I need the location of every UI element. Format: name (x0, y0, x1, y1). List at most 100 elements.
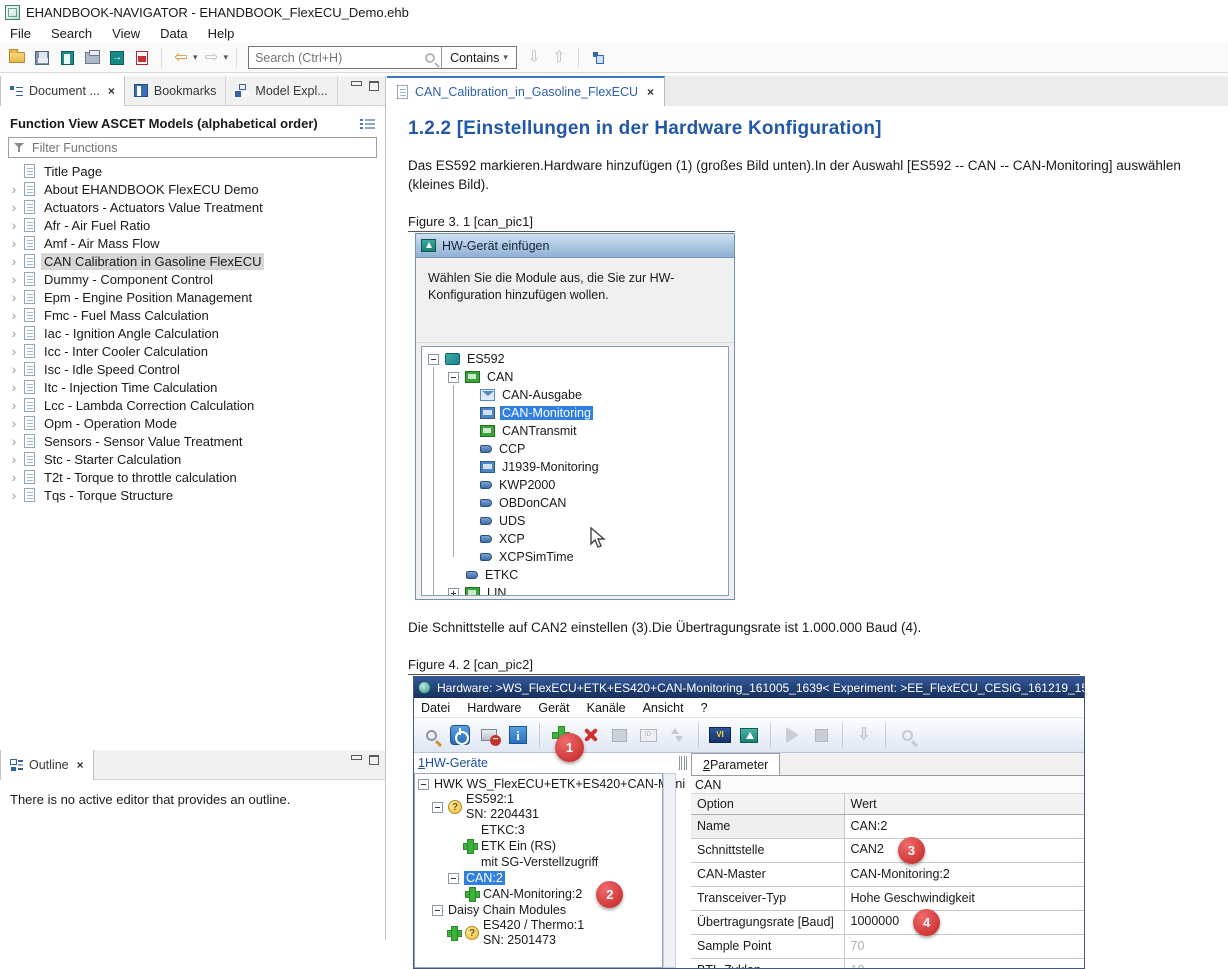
next-result-button[interactable]: ⇩ (523, 47, 545, 69)
outline-message: There is no active editor that provides … (0, 780, 385, 819)
tree-item[interactable]: ›Itc - Injection Time Calculation (0, 378, 385, 396)
monitor-icon (480, 461, 495, 473)
open-button[interactable] (6, 47, 28, 69)
forward-arrow-icon: ⇨ (205, 50, 218, 66)
maximize-button[interactable] (369, 755, 379, 765)
document-tree-icon (10, 85, 23, 98)
menu-search[interactable]: Search (51, 26, 92, 41)
tree-item[interactable]: ›Iac - Ignition Angle Calculation (0, 324, 385, 342)
chevron-right-icon[interactable]: › (6, 308, 22, 322)
envelope-icon (480, 389, 495, 401)
chevron-right-icon[interactable]: › (6, 218, 22, 232)
minimize-button[interactable] (351, 755, 361, 764)
menu-view[interactable]: View (112, 26, 140, 41)
document-icon (24, 326, 35, 340)
app-icon (5, 5, 20, 20)
panel-window-buttons (351, 81, 379, 91)
collapse-icon (448, 873, 459, 884)
chevron-right-icon[interactable]: › (6, 254, 22, 268)
search-input[interactable] (249, 48, 419, 67)
tab-document[interactable]: Document ... × (0, 76, 125, 106)
chevron-right-icon[interactable]: › (6, 380, 22, 394)
tree-item[interactable]: ›Opm - Operation Mode (0, 414, 385, 432)
paragraph-2: Die Schnittstelle auf CAN2 einstellen (3… (408, 618, 1228, 637)
tree-item[interactable]: ›Afr - Air Fuel Ratio (0, 216, 385, 234)
chevron-right-icon[interactable]: › (6, 182, 22, 196)
tree-item-selected[interactable]: ›CAN Calibration in Gasoline FlexECU (0, 252, 385, 270)
tree-item[interactable]: ›Stc - Starter Calculation (0, 450, 385, 468)
node-cantransmit: CANTransmit (422, 422, 728, 440)
forward-dropdown[interactable]: ▾ (224, 52, 229, 63)
pdf-icon (136, 51, 148, 65)
tree-item[interactable]: ›Icc - Inter Cooler Calculation (0, 342, 385, 360)
menu-file[interactable]: File (10, 26, 31, 41)
menu-data[interactable]: Data (160, 26, 187, 41)
tab-outline[interactable]: Outline × (0, 750, 94, 780)
tab-bookmarks[interactable]: Bookmarks (125, 76, 227, 105)
tab-can-calibration[interactable]: CAN_Calibration_in_Gasoline_FlexECU × (387, 76, 665, 106)
library-button[interactable] (56, 47, 78, 69)
maximize-button[interactable] (369, 81, 379, 91)
document-icon (24, 344, 35, 358)
structure-view-button[interactable] (587, 47, 609, 69)
tree-item[interactable]: ›Tqs - Torque Structure (0, 486, 385, 504)
tree-item[interactable]: Title Page (0, 162, 385, 180)
chevron-right-icon[interactable]: › (6, 344, 22, 358)
node-uds: UDS (422, 512, 728, 530)
back-button[interactable]: ⇦ (170, 47, 192, 69)
inca-menu-datei: Datei (421, 701, 450, 715)
close-icon[interactable]: × (77, 758, 84, 772)
tab-model-explorer[interactable]: Model Expl... (226, 76, 337, 105)
node-xcpsimtime: XCPSimTime (422, 548, 728, 566)
chevron-right-icon[interactable]: › (6, 272, 22, 286)
export-button[interactable]: → (106, 47, 128, 69)
menu-help[interactable]: Help (208, 26, 235, 41)
chevron-right-icon[interactable]: › (6, 470, 22, 484)
stop-icon (809, 722, 833, 748)
chevron-right-icon[interactable]: › (6, 416, 22, 430)
tree-item[interactable]: ›Isc - Idle Speed Control (0, 360, 385, 378)
tree-item[interactable]: ›Amf - Air Mass Flow (0, 234, 385, 252)
tree-item[interactable]: ›Sensors - Sensor Value Treatment (0, 432, 385, 450)
chevron-right-icon[interactable]: › (6, 200, 22, 214)
print-button[interactable] (81, 47, 103, 69)
chevron-right-icon[interactable]: › (6, 488, 22, 502)
tree-item[interactable]: ›Lcc - Lambda Correction Calculation (0, 396, 385, 414)
previous-result-button[interactable]: ⇧ (548, 47, 570, 69)
node-etkc3: ETKC:3 (415, 822, 662, 838)
node-can-monitoring2: CAN-Monitoring:22 (415, 886, 662, 902)
collapse-icon (432, 802, 443, 813)
collapse-icon (448, 372, 459, 383)
chevron-right-icon[interactable]: › (6, 290, 22, 304)
tree-item[interactable]: ›Actuators - Actuators Value Treatment (0, 198, 385, 216)
chevron-right-icon[interactable]: › (6, 362, 22, 376)
outline-tabstrip: Outline × (0, 750, 385, 780)
close-icon[interactable]: × (108, 84, 115, 98)
save-button[interactable] (31, 47, 53, 69)
tree-item[interactable]: ›About EHANDBOOK FlexECU Demo (0, 180, 385, 198)
node-can-ausgabe: CAN-Ausgabe (422, 386, 728, 404)
tree-item[interactable]: ›Fmc - Fuel Mass Calculation (0, 306, 385, 324)
match-mode-dropdown[interactable]: Contains ▾ (441, 47, 516, 68)
forward-button[interactable]: ⇨ (201, 47, 223, 69)
editor-tab-label: CAN_Calibration_in_Gasoline_FlexECU (415, 85, 638, 99)
chevron-right-icon[interactable]: › (6, 398, 22, 412)
table-row: CAN-Master CAN-Monitoring:2 (691, 862, 1085, 886)
minimize-button[interactable] (351, 81, 361, 90)
init-device-icon (607, 722, 631, 748)
pdf-export-button[interactable] (131, 47, 153, 69)
chevron-right-icon[interactable]: › (6, 452, 22, 466)
mouse-cursor-icon (590, 527, 606, 549)
tree-item[interactable]: ›Epm - Engine Position Management (0, 288, 385, 306)
chevron-right-icon[interactable]: › (6, 236, 22, 250)
bookmarks-icon (134, 84, 148, 97)
chevron-right-icon[interactable]: › (6, 434, 22, 448)
document-icon (24, 434, 35, 448)
view-menu-icon[interactable] (360, 118, 375, 130)
filter-input[interactable] (30, 140, 376, 156)
close-icon[interactable]: × (647, 85, 654, 99)
tree-item[interactable]: ›T2t - Torque to throttle calculation (0, 468, 385, 486)
chevron-right-icon[interactable]: › (6, 326, 22, 340)
tree-item[interactable]: ›Dummy - Component Control (0, 270, 385, 288)
back-dropdown[interactable]: ▾ (193, 52, 198, 63)
